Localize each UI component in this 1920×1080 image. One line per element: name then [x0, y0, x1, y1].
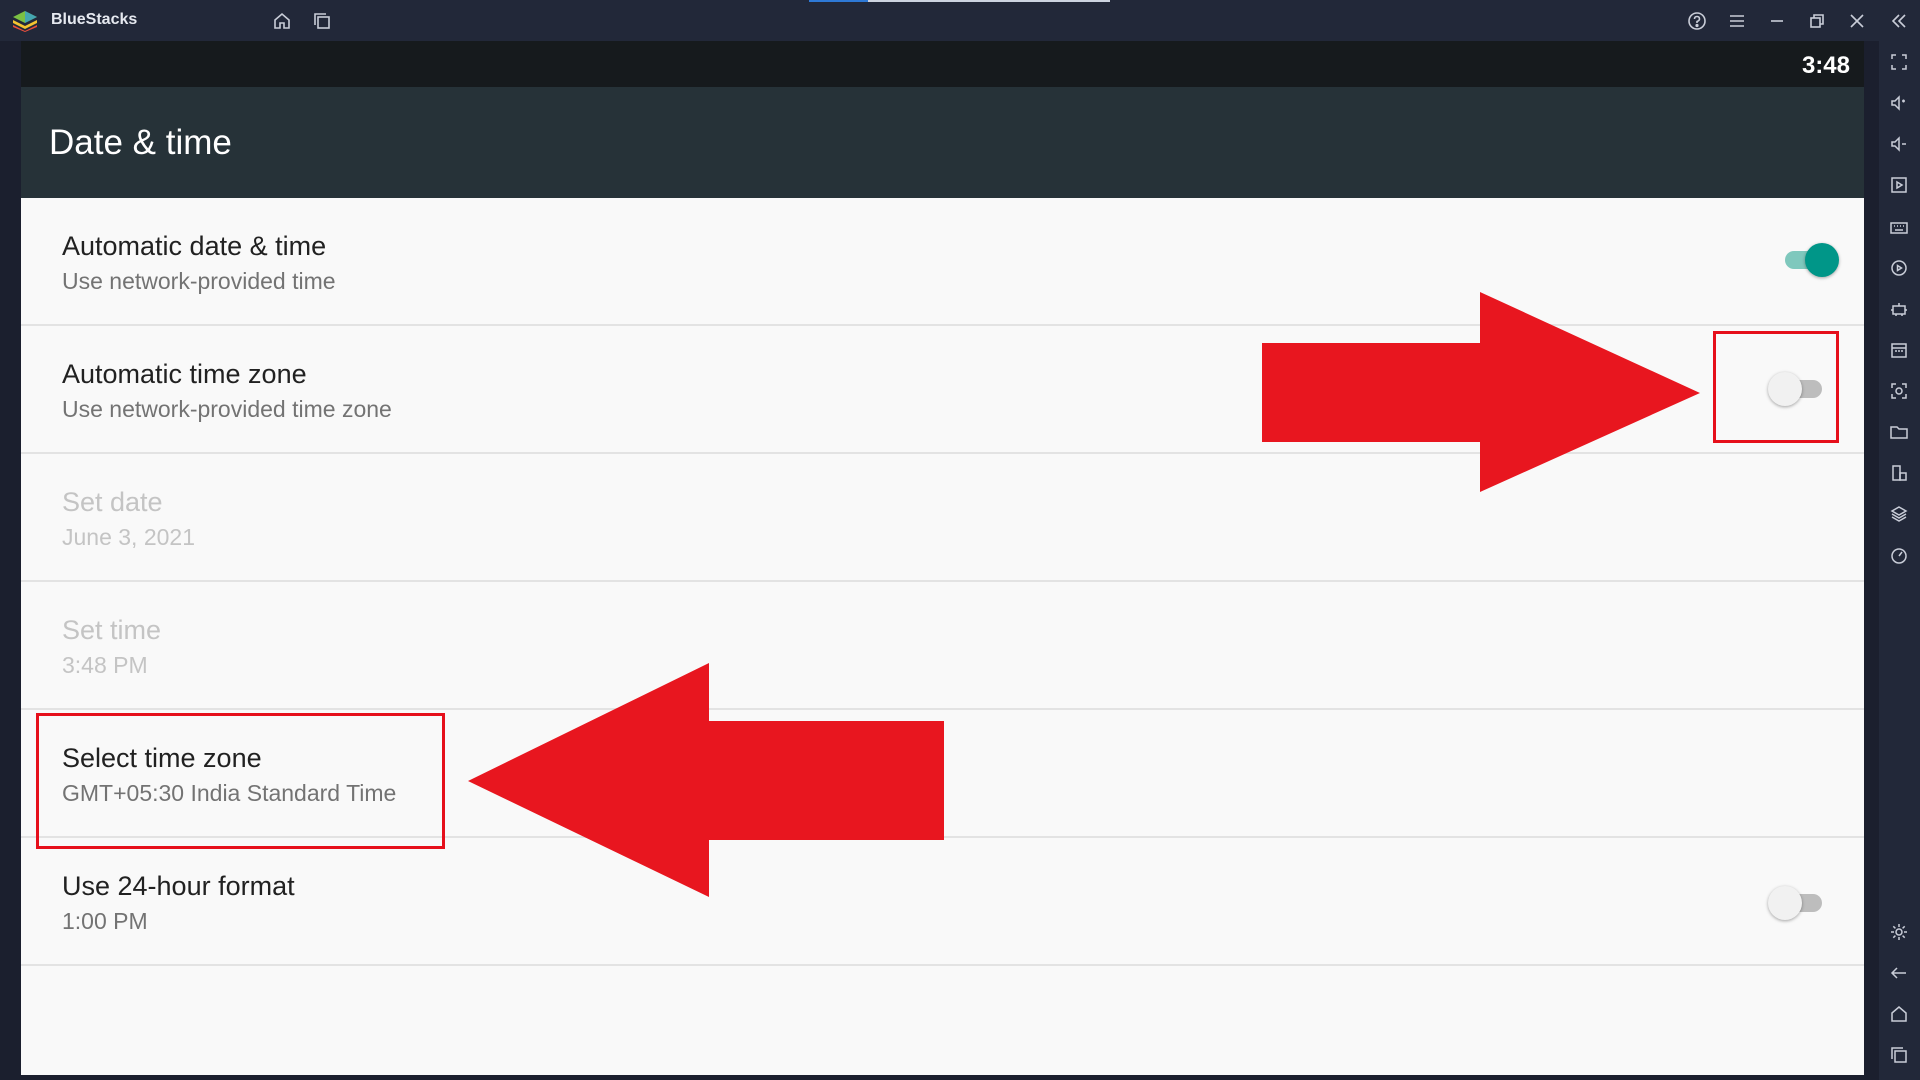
home-icon[interactable] [271, 10, 293, 32]
settings-icon[interactable] [1888, 921, 1910, 943]
help-icon[interactable] [1686, 10, 1708, 32]
fullscreen-icon[interactable] [1888, 51, 1910, 73]
macro-icon[interactable] [1888, 257, 1910, 279]
volume-up-icon[interactable] [1888, 92, 1910, 114]
media-icon[interactable] [1888, 174, 1910, 196]
setting-title: Use 24-hour format [62, 871, 295, 901]
setting-title: Set date [62, 487, 163, 517]
collapse-sidebar-icon[interactable] [1888, 10, 1910, 32]
setting-summary: June 3, 2021 [62, 524, 196, 550]
app-title: BlueStacks [51, 11, 138, 28]
app-bar: Date & time [21, 87, 1864, 198]
setting-summary: 3:48 PM [62, 652, 148, 678]
setting-summary: Use network-provided time [62, 268, 336, 294]
android-screen: 3:48 Date & time Automatic date & time U… [21, 41, 1864, 1075]
highlight-box-time-zone-switch [1713, 331, 1839, 443]
right-arrow-icon [1262, 292, 1700, 492]
android-status-bar: 3:48 [21, 41, 1864, 87]
status-bar-clock: 3:48 [1801, 52, 1850, 79]
use-24-hour-format-switch[interactable] [1768, 884, 1826, 920]
close-icon[interactable] [1846, 10, 1868, 32]
right-toolbar [1879, 41, 1920, 1080]
setting-summary: 1:00 PM [62, 908, 148, 934]
recents-icon[interactable] [1888, 1044, 1910, 1066]
minimize-icon[interactable] [1766, 10, 1788, 32]
instance-tab-indicator [809, 0, 1110, 2]
apk-icon[interactable] [1888, 339, 1910, 361]
performance-icon[interactable] [1888, 544, 1910, 566]
keyboard-icon[interactable] [1888, 216, 1910, 238]
setting-title: Set time [62, 615, 162, 645]
setting-summary: Use network-provided time zone [62, 396, 392, 422]
restore-icon[interactable] [1806, 10, 1828, 32]
bluestacks-logo-icon [13, 11, 37, 32]
folder-icon[interactable] [1888, 421, 1910, 443]
android-home-icon[interactable] [1888, 1003, 1910, 1025]
robot-icon[interactable] [1888, 298, 1910, 320]
screenshot-icon[interactable] [1888, 380, 1910, 402]
setting-title: Automatic date & time [62, 231, 327, 261]
volume-down-icon[interactable] [1888, 133, 1910, 155]
multi-device-icon[interactable] [1888, 462, 1910, 484]
page-title: Date & time [49, 123, 232, 162]
multi-instance-icon[interactable] [311, 10, 333, 32]
menu-icon[interactable] [1726, 10, 1748, 32]
switch-thumb [1768, 886, 1802, 920]
switch-thumb [1805, 243, 1839, 277]
layers-icon[interactable] [1888, 503, 1910, 525]
automatic-date-time-switch[interactable] [1781, 241, 1839, 277]
left-arrow-icon [468, 663, 944, 897]
highlight-box-select-time-zone [36, 713, 445, 849]
title-bar: BlueStacks [0, 0, 1920, 41]
setting-title: Automatic time zone [62, 359, 307, 389]
back-icon[interactable] [1888, 962, 1910, 984]
